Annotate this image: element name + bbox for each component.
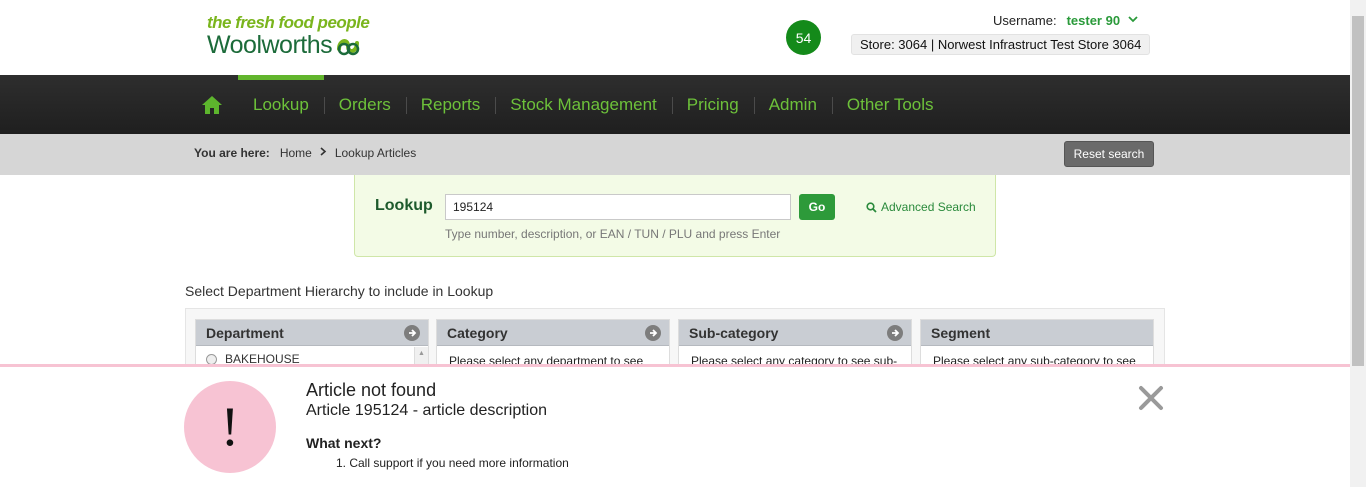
radio-button[interactable]	[206, 353, 217, 365]
alert-subtitle: Article 195124 - article description	[306, 402, 548, 419]
arrow-right-icon[interactable]	[404, 324, 420, 341]
lookup-label: Lookup	[375, 197, 433, 214]
lookup-panel: Lookup 195124 Go Advanced Search Type nu…	[354, 175, 996, 257]
subcategory-header-label: Sub-category	[689, 324, 779, 341]
store-selector[interactable]: Store: 3064 | Norwest Infrastruct Test S…	[851, 34, 1151, 55]
username-label: Username:	[993, 13, 1057, 28]
alert-title: Article not found	[306, 380, 437, 400]
reset-search-button[interactable]: Reset search	[1064, 141, 1154, 167]
chevron-right-icon	[320, 147, 327, 159]
exclamation-icon: !	[184, 381, 276, 473]
next-steps-item: 1. Call support if you need more informa…	[336, 456, 569, 470]
nav-item-orders[interactable]: Orders	[323, 75, 406, 134]
department-header-label: Department	[206, 324, 284, 341]
segment-header: Segment	[921, 320, 1153, 346]
advanced-search-label: Advanced Search	[881, 200, 976, 214]
notification-count-badge[interactable]: 54	[786, 20, 821, 55]
woolworths-mark-icon	[337, 38, 360, 55]
woolworths-logo[interactable]: the fresh food people Woolworths	[207, 13, 370, 60]
category-header-label: Category	[447, 324, 508, 341]
hierarchy-title: Select Department Hierarchy to include i…	[185, 283, 494, 299]
arrow-right-icon[interactable]	[887, 324, 903, 341]
tagline: the fresh food people	[207, 13, 370, 32]
search-icon	[866, 201, 877, 213]
breadcrumb-current: Lookup Articles	[334, 146, 417, 160]
go-button[interactable]: Go	[799, 194, 835, 220]
what-next-heading: What next?	[306, 435, 382, 451]
article-not-found-alert: ! Article not found Article 195124 - art…	[0, 364, 1350, 487]
subcategory-header: Sub-category	[679, 320, 911, 346]
nav-item-pricing[interactable]: Pricing	[671, 75, 754, 134]
page-scrollbar[interactable]	[1350, 0, 1366, 487]
segment-header-label: Segment	[931, 324, 991, 341]
category-header: Category	[437, 320, 669, 346]
advanced-search-link[interactable]: Advanced Search	[866, 200, 976, 214]
breadcrumb: You are here: Home Lookup Articles	[194, 146, 416, 160]
main-nav: Lookup Orders Reports Stock Management P…	[0, 75, 1350, 134]
close-icon[interactable]	[1137, 384, 1165, 412]
nav-item-lookup[interactable]: Lookup	[238, 75, 324, 134]
nav-item-stock-management[interactable]: Stock Management	[495, 75, 671, 134]
nav-item-admin[interactable]: Admin	[753, 75, 832, 134]
username: tester 90	[1066, 13, 1121, 28]
breadcrumb-home-link[interactable]: Home	[280, 146, 312, 160]
department-option[interactable]: BAKEHOUSE	[196, 346, 428, 366]
brand-name: Woolworths	[207, 31, 333, 59]
nav-item-reports[interactable]: Reports	[405, 75, 496, 134]
lookup-input[interactable]: 195124	[445, 194, 791, 220]
header: the fresh food people Woolworths 54 User…	[0, 0, 1350, 75]
scrollbar-thumb[interactable]	[1352, 16, 1364, 366]
nav-item-other-tools[interactable]: Other Tools	[831, 75, 949, 134]
home-icon[interactable]	[195, 94, 238, 116]
breadcrumb-label: You are here:	[194, 146, 270, 160]
lookup-hint: Type number, description, or EAN / TUN /…	[445, 227, 781, 241]
arrow-right-icon[interactable]	[645, 324, 661, 341]
chevron-down-icon[interactable]	[1128, 15, 1138, 26]
department-header: Department	[196, 320, 428, 346]
user-menu[interactable]: Username: tester 90	[993, 13, 1138, 28]
